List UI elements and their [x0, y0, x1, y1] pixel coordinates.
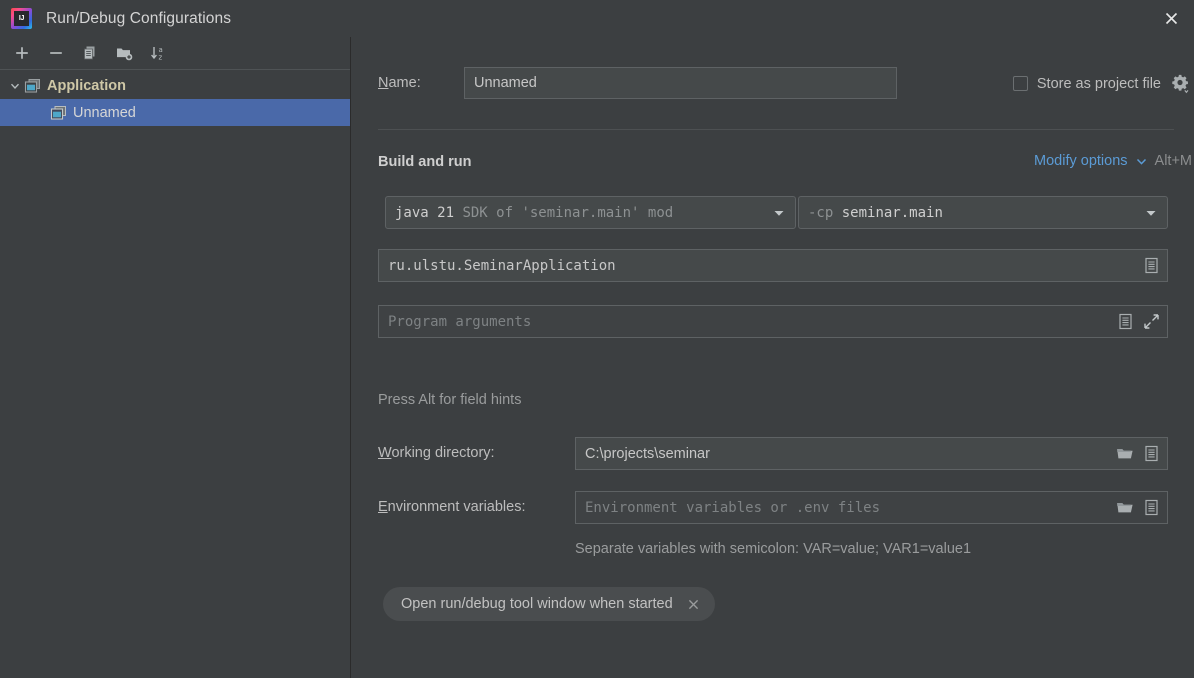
svg-text:z: z	[159, 54, 163, 62]
browse-list-icon[interactable]	[1116, 312, 1135, 331]
program-arguments-field[interactable]: Program arguments	[378, 305, 1168, 338]
modify-options-link[interactable]: Modify options	[1034, 153, 1128, 169]
caret-down-icon[interactable]	[1134, 206, 1158, 220]
program-arguments-placeholder: Program arguments	[388, 313, 532, 330]
configurations-tree: Application Unnamed	[0, 70, 350, 126]
caret-down-icon[interactable]	[762, 206, 786, 220]
browse-list-icon[interactable]	[1142, 498, 1161, 517]
new-folder-button[interactable]	[109, 40, 139, 66]
configuration-editor-panel: Name: Unnamed Store as project file Buil…	[352, 37, 1194, 678]
modify-options-shortcut: Alt+M	[1154, 153, 1192, 169]
environment-variables-field[interactable]: Environment variables or .env files	[575, 491, 1168, 524]
modify-options-row: Modify options Alt+M	[1034, 153, 1192, 169]
working-directory-field[interactable]: C:\projects\seminar	[575, 437, 1168, 470]
name-label-rest: ame:	[388, 75, 421, 91]
browse-list-icon[interactable]	[1142, 256, 1161, 275]
chevron-down-icon[interactable]	[1135, 155, 1148, 168]
sort-configurations-button[interactable]: a z	[143, 40, 173, 66]
close-icon	[1165, 12, 1177, 25]
minus-icon	[50, 52, 62, 54]
close-icon[interactable]	[686, 597, 701, 612]
tree-item-unnamed[interactable]: Unnamed	[0, 99, 350, 126]
tree-group-label: Application	[47, 77, 126, 94]
copy-configuration-button[interactable]	[75, 40, 105, 66]
store-as-project-file-label[interactable]: Store as project file	[1037, 76, 1161, 92]
open-tool-window-chip[interactable]: Open run/debug tool window when started	[383, 587, 715, 621]
application-icon	[24, 78, 41, 94]
add-configuration-button[interactable]	[7, 40, 37, 66]
environment-variables-field-icons	[1107, 498, 1161, 517]
expand-chevron-icon[interactable]	[6, 80, 24, 92]
close-window-button[interactable]	[1148, 0, 1194, 37]
program-arguments-field-icons	[1108, 312, 1161, 331]
environment-variables-hint: Separate variables with semicolon: VAR=v…	[575, 541, 972, 557]
name-label: Name:	[378, 75, 421, 91]
main-class-value: ru.ulstu.SeminarApplication	[388, 257, 616, 274]
tree-group-application[interactable]: Application	[0, 72, 350, 99]
jre-sdk-primary: java 21	[395, 204, 455, 221]
sort-az-icon: a z	[151, 46, 163, 62]
working-directory-value: C:\projects\seminar	[585, 445, 710, 462]
run-debug-configurations-dialog: IJ Run/Debug Configurations a z Applicat…	[0, 0, 1194, 678]
environment-variables-placeholder: Environment variables or .env files	[585, 499, 881, 516]
new-folder-icon	[117, 48, 133, 61]
working-directory-label-mnemonic: W	[378, 445, 392, 461]
environment-variables-label-mnemonic: E	[378, 499, 388, 515]
store-as-project-file-checkbox[interactable]	[1012, 76, 1028, 91]
working-directory-field-icons	[1107, 444, 1161, 463]
window-title: Run/Debug Configurations	[46, 9, 232, 27]
folder-icon[interactable]	[1115, 498, 1135, 517]
name-input[interactable]: Unnamed	[464, 67, 897, 99]
working-directory-label: Working directory:	[378, 445, 495, 461]
main-class-field[interactable]: ru.ulstu.SeminarApplication	[378, 249, 1168, 282]
intellij-logo-icon: IJ	[11, 8, 32, 29]
configurations-panel: a z Application Unnamed	[0, 37, 351, 678]
plus-icon	[16, 47, 28, 59]
intellij-logo-text: IJ	[14, 11, 29, 26]
application-icon	[50, 105, 67, 121]
alt-field-hints-text: Press Alt for field hints	[378, 392, 522, 408]
remove-configuration-button[interactable]	[41, 40, 71, 66]
browse-list-icon[interactable]	[1142, 444, 1161, 463]
build-and-run-title: Build and run	[378, 154, 472, 170]
configurations-toolbar: a z	[0, 37, 350, 70]
main-class-field-icons	[1134, 256, 1161, 275]
environment-variables-label-rest: nvironment variables:	[387, 499, 526, 515]
tree-item-label: Unnamed	[73, 104, 136, 121]
jre-sdk-secondary: SDK of 'seminar.main' mod	[462, 204, 674, 221]
classpath-prefix: -cp	[808, 204, 834, 221]
store-as-project-file-row: Store as project file	[1012, 73, 1191, 94]
copy-icon	[84, 46, 95, 60]
folder-icon[interactable]	[1115, 444, 1135, 463]
environment-variables-label: Environment variables:	[378, 499, 526, 515]
name-label-mnemonic: N	[378, 75, 389, 91]
title-bar: IJ Run/Debug Configurations	[0, 0, 1194, 37]
expand-icon[interactable]	[1142, 312, 1161, 331]
working-directory-label-rest: orking directory:	[391, 445, 495, 461]
open-tool-window-chip-label: Open run/debug tool window when started	[401, 596, 673, 612]
classpath-module-combo[interactable]: -cp seminar.main	[798, 196, 1168, 229]
section-divider	[378, 129, 1174, 130]
jre-sdk-combo[interactable]: java 21 SDK of 'seminar.main' mod	[385, 196, 796, 229]
gear-dropdown-icon[interactable]	[1170, 73, 1191, 94]
classpath-module-value: seminar.main	[841, 204, 943, 221]
